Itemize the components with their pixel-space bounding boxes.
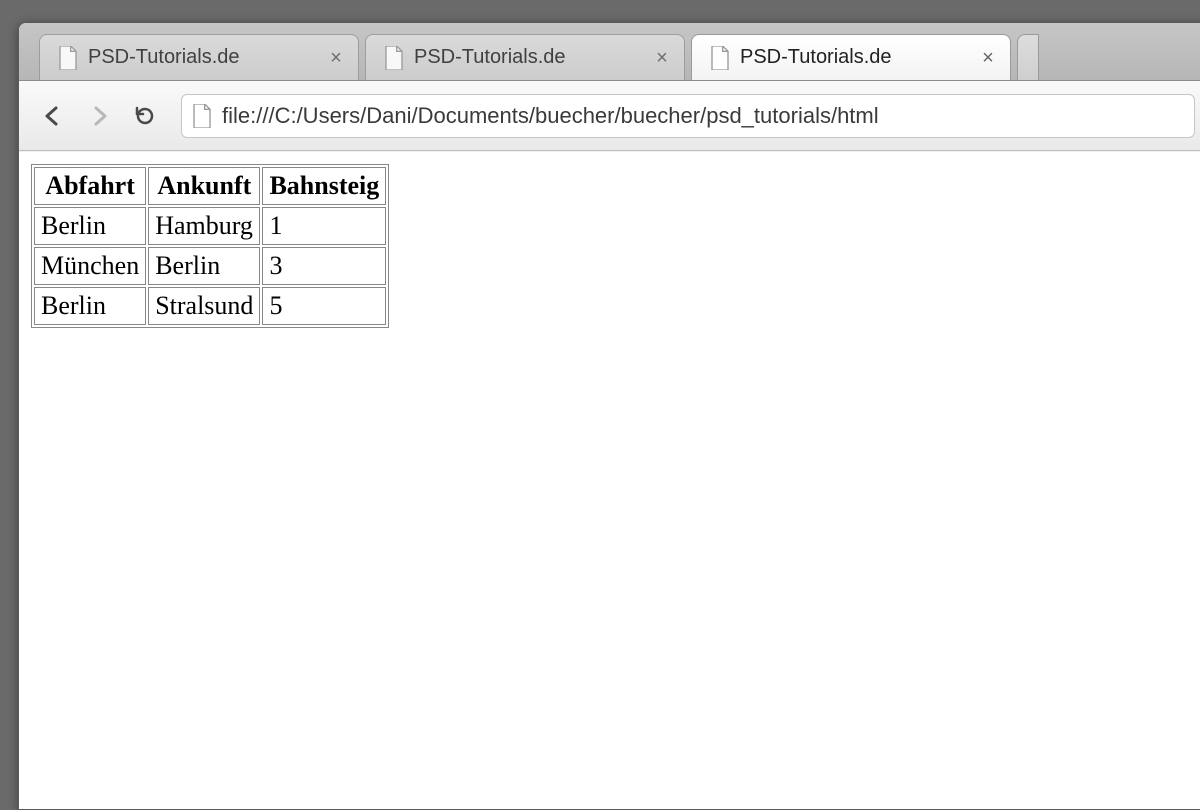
- reload-button[interactable]: [125, 96, 165, 136]
- browser-window: PSD-Tutorials.de × PSD-Tutorials.de × PS…: [18, 22, 1200, 810]
- tab-title: PSD-Tutorials.de: [740, 46, 892, 69]
- page-content: Abfahrt Ankunft Bahnsteig Berlin Hamburg…: [19, 152, 1200, 809]
- address-bar[interactable]: file:///C:/Users/Dani/Documents/buecher/…: [181, 94, 1195, 138]
- browser-tab-0[interactable]: PSD-Tutorials.de ×: [39, 34, 359, 80]
- timetable: Abfahrt Ankunft Bahnsteig Berlin Hamburg…: [31, 164, 389, 328]
- cell-abfahrt: Berlin: [34, 287, 146, 325]
- cell-ankunft: Hamburg: [148, 207, 260, 245]
- table-row: Berlin Hamburg 1: [34, 207, 386, 245]
- tab-title: PSD-Tutorials.de: [414, 46, 566, 69]
- file-icon: [192, 104, 212, 128]
- close-icon[interactable]: ×: [326, 48, 346, 68]
- browser-toolbar: file:///C:/Users/Dani/Documents/buecher/…: [19, 81, 1200, 151]
- browser-tab-overflow[interactable]: [1017, 34, 1039, 80]
- close-icon[interactable]: ×: [978, 48, 998, 68]
- browser-tab-1[interactable]: PSD-Tutorials.de ×: [365, 34, 685, 80]
- tab-title: PSD-Tutorials.de: [88, 46, 240, 69]
- cell-abfahrt: München: [34, 247, 146, 285]
- col-ankunft: Ankunft: [148, 167, 260, 205]
- col-abfahrt: Abfahrt: [34, 167, 146, 205]
- address-bar-text: file:///C:/Users/Dani/Documents/buecher/…: [222, 103, 879, 129]
- file-icon: [384, 46, 404, 70]
- col-bahnsteig: Bahnsteig: [262, 167, 386, 205]
- cell-abfahrt: Berlin: [34, 207, 146, 245]
- cell-bahnsteig: 3: [262, 247, 386, 285]
- table-header-row: Abfahrt Ankunft Bahnsteig: [34, 167, 386, 205]
- cell-ankunft: Berlin: [148, 247, 260, 285]
- file-icon: [58, 46, 78, 70]
- table-row: Berlin Stralsund 5: [34, 287, 386, 325]
- tab-strip: PSD-Tutorials.de × PSD-Tutorials.de × PS…: [19, 23, 1200, 81]
- cell-bahnsteig: 1: [262, 207, 386, 245]
- back-button[interactable]: [33, 96, 73, 136]
- close-icon[interactable]: ×: [652, 48, 672, 68]
- file-icon: [710, 46, 730, 70]
- browser-tab-2[interactable]: PSD-Tutorials.de ×: [691, 34, 1011, 80]
- cell-bahnsteig: 5: [262, 287, 386, 325]
- forward-button[interactable]: [79, 96, 119, 136]
- table-row: München Berlin 3: [34, 247, 386, 285]
- cell-ankunft: Stralsund: [148, 287, 260, 325]
